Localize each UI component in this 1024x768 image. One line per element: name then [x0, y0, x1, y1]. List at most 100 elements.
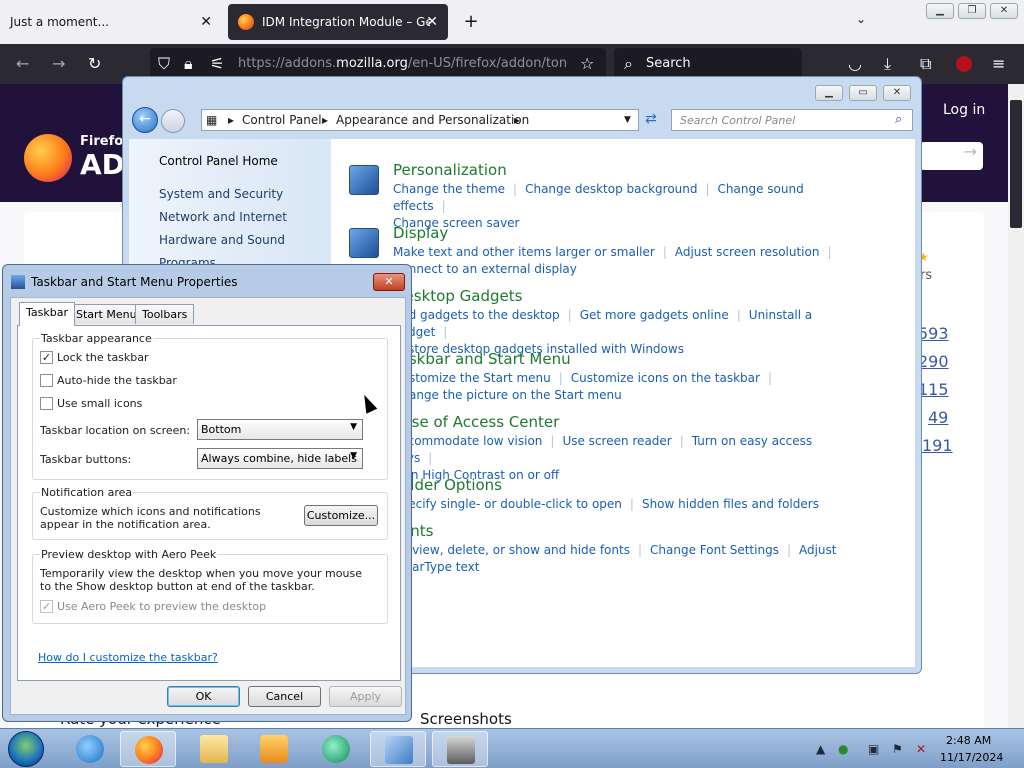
link-customize-start[interactable]: Customize the Start menu — [393, 371, 551, 385]
small-icons-checkbox[interactable]: Use small icons — [40, 397, 142, 410]
lock-icon[interactable]: 🔒︎ — [184, 54, 193, 74]
chevron-right-icon[interactable]: ▸ — [228, 113, 234, 127]
link-font-settings[interactable]: Change Font Settings — [650, 543, 779, 557]
rating-count-5[interactable]: 593 — [918, 324, 949, 343]
personalization-icon[interactable] — [349, 165, 379, 195]
nav-network-internet[interactable]: Network and Internet — [159, 210, 287, 224]
link-hidden-files[interactable]: Show hidden files and folders — [642, 497, 819, 511]
back-arrow-icon[interactable]: ← — [16, 54, 29, 73]
link-desktop-background[interactable]: Change desktop background — [525, 182, 697, 196]
taskbar-control-panel[interactable] — [370, 731, 426, 767]
taskbar-internet-explorer[interactable] — [62, 731, 118, 767]
nav-control-panel-home[interactable]: Control Panel Home — [159, 154, 278, 168]
address-bar[interactable]: ▦ ▸ Control Panel ▸ Appearance and Perso… — [201, 109, 639, 131]
cp-close-button[interactable]: ✕ — [883, 85, 911, 101]
tab-start-menu[interactable]: Start Menu — [69, 304, 144, 324]
new-tab-button[interactable]: + — [460, 10, 482, 34]
breadcrumb-control-panel[interactable]: Control Panel — [242, 113, 322, 127]
close-icon[interactable]: ✕ — [200, 14, 212, 30]
category-title[interactable]: Display — [393, 224, 448, 242]
taskbar-firefox[interactable] — [120, 731, 176, 767]
link-preview-fonts[interactable]: Preview, delete, or show and hide fonts — [393, 543, 630, 557]
chevron-down-icon[interactable]: ▼ — [624, 115, 631, 125]
close-icon[interactable]: ✕ — [426, 14, 438, 30]
close-window-button[interactable]: ✕ — [990, 3, 1018, 19]
cancel-button[interactable]: Cancel — [248, 686, 321, 707]
permissions-icon[interactable]: ⚟ — [210, 54, 224, 73]
link-change-theme[interactable]: Change the theme — [393, 182, 505, 196]
cp-minimize-button[interactable]: ▁ — [815, 85, 843, 101]
reload-icon[interactable]: ↻ — [88, 54, 101, 73]
forward-arrow-icon[interactable]: → — [52, 54, 65, 73]
checkbox-unchecked[interactable] — [40, 397, 53, 410]
category-title[interactable]: Personalization — [393, 161, 507, 179]
nav-hardware-sound[interactable]: Hardware and Sound — [159, 233, 285, 247]
link-text-size[interactable]: Make text and other items larger or smal… — [393, 245, 655, 259]
menu-icon[interactable]: ≡ — [992, 54, 1005, 73]
link-screen-resolution[interactable]: Adjust screen resolution — [675, 245, 820, 259]
rating-count-1[interactable]: 191 — [922, 436, 953, 455]
clock-date[interactable]: 11/17/2024 — [940, 751, 1003, 764]
link-add-gadgets[interactable]: Add gadgets to the desktop — [393, 308, 560, 322]
restore-button[interactable]: ❐ — [958, 3, 986, 19]
link-start-picture[interactable]: Change the picture on the Start menu — [393, 388, 622, 402]
chevron-right-icon[interactable]: ▸ — [322, 113, 328, 127]
tab-just-a-moment[interactable]: Just a moment... ✕ — [0, 0, 222, 44]
link-screen-reader[interactable]: Use screen reader — [562, 434, 671, 448]
pocket-icon[interactable]: ◡ — [848, 54, 862, 73]
apply-button[interactable]: Apply — [329, 686, 402, 707]
taskbar-explorer[interactable] — [186, 731, 242, 767]
login-link[interactable]: Log in — [943, 102, 985, 118]
network-globe-icon[interactable]: ● — [838, 742, 848, 756]
forward-arrow-icon[interactable] — [161, 109, 185, 133]
ok-button[interactable]: OK — [167, 686, 240, 707]
display-tray-icon[interactable]: ▣ — [868, 742, 879, 756]
bookmark-star-icon[interactable]: ☆ — [580, 54, 594, 73]
volume-muted-icon[interactable]: ✕ — [916, 742, 926, 756]
url-text[interactable]: https://addons.mozilla.org/en-US/firefox… — [238, 56, 568, 71]
cp-maximize-button[interactable]: ▭ — [849, 85, 877, 101]
ublock-icon[interactable] — [956, 56, 972, 72]
refresh-icon[interactable]: ⇄ — [645, 111, 657, 127]
search-icon[interactable]: ⌕ — [895, 112, 902, 127]
link-single-double-click[interactable]: Specify single- or double-click to open — [393, 497, 622, 511]
scrollbar-thumb[interactable] — [1010, 100, 1022, 228]
tab-taskbar[interactable]: Taskbar — [19, 302, 75, 326]
back-arrow-icon[interactable]: ← — [132, 107, 158, 133]
tab-toolbars[interactable]: Toolbars — [135, 304, 195, 324]
taskbar-app-green[interactable] — [308, 731, 364, 767]
breadcrumb-appearance[interactable]: Appearance and Personalization — [336, 113, 529, 127]
location-select[interactable]: Bottom ▼ — [197, 419, 363, 440]
taskbar-taskbar-properties[interactable] — [432, 731, 488, 767]
rating-count-4[interactable]: 290 — [918, 352, 949, 371]
search-input[interactable]: Search Control Panel — [671, 109, 913, 131]
nav-system-security[interactable]: System and Security — [159, 187, 283, 201]
link-external-display[interactable]: Connect to an external display — [393, 262, 577, 276]
category-title[interactable]: Taskbar and Start Menu — [393, 350, 571, 368]
display-icon[interactable] — [349, 228, 379, 258]
dialog-close-button[interactable]: ✕ — [373, 273, 405, 291]
extensions-icon[interactable]: ⧉ — [920, 54, 931, 74]
help-link[interactable]: How do I customize the taskbar? — [38, 651, 218, 664]
taskbar-media-player[interactable] — [246, 731, 302, 767]
clock-time[interactable]: 2:48 AM — [946, 734, 991, 747]
start-button[interactable] — [8, 731, 44, 767]
customize-button[interactable]: Customize... — [304, 505, 378, 526]
tab-idm-integration[interactable]: IDM Integration Module – Get ✕ — [228, 4, 448, 40]
auto-hide-checkbox[interactable]: Auto-hide the taskbar — [40, 374, 177, 387]
category-title[interactable]: Ease of Access Center — [393, 413, 559, 431]
checkbox-checked[interactable]: ✓ — [40, 351, 53, 364]
minimize-button[interactable]: ▁ — [926, 3, 954, 19]
page-search-input[interactable]: → — [920, 142, 983, 170]
lock-taskbar-checkbox[interactable]: ✓ Lock the taskbar — [40, 351, 149, 364]
action-center-flag-icon[interactable]: ⚑ — [892, 742, 903, 756]
checkbox-unchecked[interactable] — [40, 374, 53, 387]
link-customize-icons[interactable]: Customize icons on the taskbar — [571, 371, 760, 385]
buttons-select[interactable]: Always combine, hide labels ▼ — [197, 448, 363, 469]
checkbox-checked-disabled[interactable]: ✓ — [40, 600, 53, 613]
link-low-vision[interactable]: Accommodate low vision — [393, 434, 542, 448]
download-icon[interactable]: ⤓ — [884, 54, 891, 74]
link-more-gadgets[interactable]: Get more gadgets online — [580, 308, 729, 322]
shield-icon[interactable]: ⛉ — [158, 54, 170, 74]
chevron-down-icon[interactable]: ⌄ — [856, 12, 866, 26]
